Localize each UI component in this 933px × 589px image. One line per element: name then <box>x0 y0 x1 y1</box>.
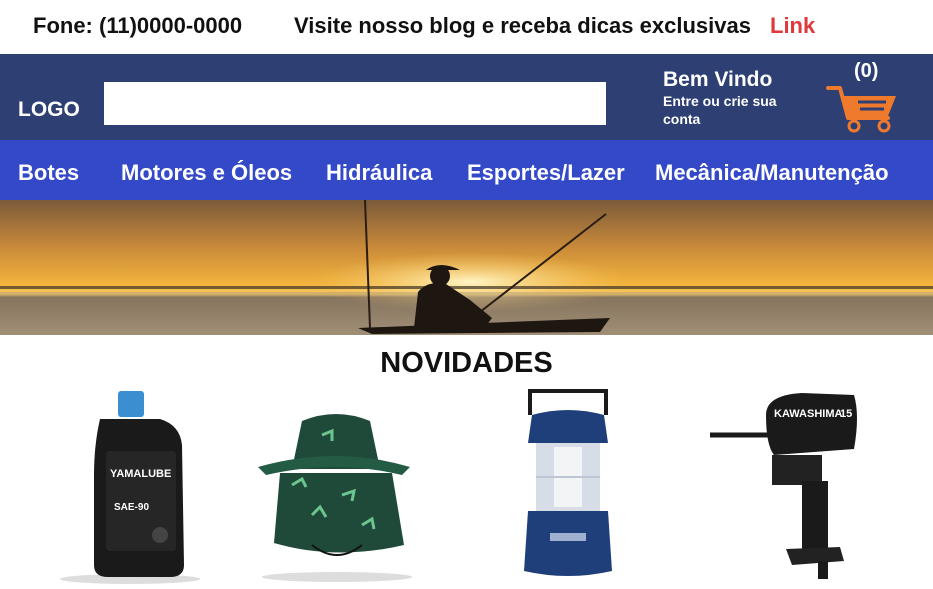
nav-item-botes[interactable]: Botes <box>18 160 79 186</box>
camping-lantern-image <box>524 389 612 576</box>
product-card-motor[interactable]: KAWASHIMA 15 <box>706 385 866 589</box>
fishing-hat-image <box>258 414 412 582</box>
motor-model-label: 15 <box>840 408 852 420</box>
top-info-bar: Fone: (11)0000-0000 Visite nosso blog e … <box>0 0 933 54</box>
blog-promo-text: Visite nosso blog e receba dicas exclusi… <box>294 13 751 38</box>
oil-grade-label: SAE-90 <box>114 502 149 513</box>
welcome-title: Bem Vindo <box>663 68 773 91</box>
section-title-novidades: NOVIDADES <box>380 347 553 379</box>
nav-item-mecanica-manutencao[interactable]: Mecânica/Manutenção <box>655 160 889 186</box>
motor-brand-label: KAWASHIMA <box>774 408 843 420</box>
cart-count: (0) <box>854 60 879 82</box>
site-logo[interactable]: LOGO <box>18 98 80 122</box>
search-input[interactable] <box>104 82 606 125</box>
sunset-fishing-image <box>0 200 933 335</box>
cart-button[interactable]: (0) <box>826 60 902 134</box>
login-link[interactable]: Entre ou crie sua conta <box>663 92 793 128</box>
nav-item-esportes-lazer[interactable]: Esportes/Lazer <box>467 160 625 186</box>
blog-link[interactable]: Link <box>770 13 815 39</box>
nav-item-hidraulica[interactable]: Hidráulica <box>326 160 432 186</box>
phone-text: Fone: (11)0000-0000 <box>33 13 243 38</box>
hero-banner[interactable] <box>0 200 933 335</box>
welcome-block: Bem Vindo Entre ou crie sua conta <box>663 68 793 128</box>
oil-bottle-image: YAMALUBE SAE-90 <box>60 391 200 584</box>
product-card-hat[interactable] <box>252 385 417 589</box>
oil-brand-label: YAMALUBE <box>110 468 171 480</box>
category-nav: Botes Motores e Óleos Hidráulica Esporte… <box>0 140 933 200</box>
outboard-motor-image: KAWASHIMA 15 <box>710 393 857 579</box>
cart-icon <box>826 86 896 133</box>
site-header: LOGO Bem Vindo Entre ou crie sua conta (… <box>0 54 933 140</box>
product-card-oil[interactable]: YAMALUBE SAE-90 <box>50 385 200 589</box>
product-card-lantern[interactable] <box>510 385 625 589</box>
nav-item-motores-oleos[interactable]: Motores e Óleos <box>121 160 292 186</box>
